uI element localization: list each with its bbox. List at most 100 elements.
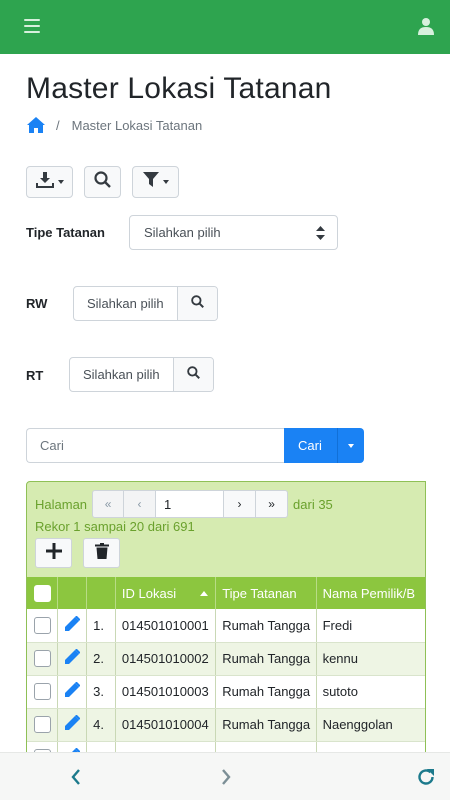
row-checkbox[interactable] [34,716,51,734]
row-checkbox-cell [27,642,58,676]
chevron-down-icon [162,180,169,184]
edit-column-header [57,577,88,609]
column-header-label: Nama Pemilik/B [322,585,416,601]
chevron-right-icon[interactable] [216,767,236,787]
rt-label: RT [26,368,44,383]
select-arrows-icon [316,226,325,240]
column-header-id-lokasi[interactable]: ID Lokasi [115,577,217,609]
delete-button[interactable] [83,538,120,568]
first-page-button[interactable]: « [92,490,125,518]
table-header-row: ID Lokasi Tipe Tatanan Nama Pemilik/B [27,577,425,609]
tipe-tatanan-value: Silahkan pilih [144,225,221,240]
cell-tipe-tatanan: Rumah Tangga [215,642,317,676]
pencil-icon[interactable] [64,681,81,701]
row-checkbox-cell [27,675,58,709]
cell-id-lokasi: 014501010001 [115,609,217,643]
rt-field[interactable]: Silahkan pilih [70,358,174,391]
cell-nama-pemilik: Naenggolan [316,708,425,742]
rw-search-button[interactable] [177,287,217,320]
cell-id-lokasi: 014501010002 [115,642,217,676]
user-icon[interactable] [418,17,434,35]
rt-picker: Silahkan pilih [69,357,214,392]
edit-cell [57,642,88,676]
sort-up-icon [200,590,209,596]
bottom-navigation-bar [0,752,450,800]
chevron-down-icon [57,180,64,184]
last-page-button[interactable]: » [256,490,289,518]
table-row[interactable]: 2. 014501010002 Rumah Tangga kennu [27,642,425,676]
column-header-tipe-tatanan[interactable]: Tipe Tatanan [215,577,317,609]
filter-icon [142,172,159,192]
pencil-icon[interactable] [64,648,81,668]
data-panel: Halaman « ‹ 1 › » dari 35 Rekor 1 sampai… [26,481,426,756]
trash-icon [94,542,109,564]
edit-cell [57,675,88,709]
breadcrumb-separator: / [56,117,60,133]
pencil-icon[interactable] [64,714,81,734]
chevron-left-icon[interactable] [66,767,86,787]
cell-id-lokasi: 014501010003 [115,675,217,709]
table-row[interactable]: 3. 014501010003 Rumah Tangga sutoto [27,675,425,709]
page-number-input[interactable]: 1 [156,490,225,518]
search-icon [187,365,200,384]
record-count: Rekor 1 sampai 20 dari 691 [35,519,195,534]
chevron-down-icon [348,443,354,448]
search-button[interactable]: Cari [284,428,338,463]
cell-tipe-tatanan: Rumah Tangga [215,675,317,709]
cell-nama-pemilik: kennu [316,642,425,676]
edit-cell [57,708,88,742]
search-icon [191,294,204,313]
cell-nama-pemilik: sutoto [316,675,425,709]
column-header-label: Tipe Tatanan [222,585,297,601]
cell-tipe-tatanan: Rumah Tangga [215,708,317,742]
table-row[interactable]: 4. 014501010004 Rumah Tangga Naenggolan [27,708,425,742]
cell-id-lokasi: 014501010004 [115,708,217,742]
rw-label: RW [26,296,48,311]
plus-icon [45,542,62,564]
add-button[interactable] [35,538,72,568]
pagination: Halaman « ‹ 1 › » dari 35 [35,490,333,518]
row-number: 2. [86,642,116,676]
row-number: 4. [86,708,116,742]
next-page-button[interactable]: › [224,490,257,518]
cell-tipe-tatanan: Rumah Tangga [215,609,317,643]
breadcrumb: / Master Lokasi Tatanan [26,114,202,136]
select-all-checkbox[interactable] [34,584,51,602]
data-table: ID Lokasi Tipe Tatanan Nama Pemilik/B 1.… [27,577,425,755]
edit-cell [57,609,88,643]
home-icon[interactable] [26,116,46,134]
tipe-tatanan-label: Tipe Tatanan [26,225,105,240]
row-number: 1. [86,609,116,643]
row-checkbox[interactable] [34,683,51,701]
hamburger-menu-icon[interactable] [24,19,40,35]
number-column-header [86,577,116,609]
export-button[interactable] [26,166,73,198]
search-icon [94,171,111,193]
table-row[interactable]: 1. 014501010001 Rumah Tangga Fredi [27,609,425,643]
pencil-icon[interactable] [64,615,81,635]
page-title: Master Lokasi Tatanan [26,72,332,105]
row-checkbox[interactable] [34,616,51,634]
top-app-bar [0,0,450,54]
row-checkbox[interactable] [34,650,51,668]
row-checkbox-cell [27,708,58,742]
cell-nama-pemilik: Fredi [316,609,425,643]
rw-field[interactable]: Silahkan pilih [74,287,178,320]
rt-search-button[interactable] [173,358,213,391]
search-options-button[interactable] [338,428,364,463]
search-input[interactable]: Cari [26,428,284,463]
column-header-nama-pemilik[interactable]: Nama Pemilik/B [316,577,425,609]
tipe-tatanan-select[interactable]: Silahkan pilih [129,215,338,250]
row-number: 3. [86,675,116,709]
rw-picker: Silahkan pilih [73,286,218,321]
refresh-icon[interactable] [416,767,436,787]
search-toggle-button[interactable] [84,166,121,198]
search-bar: Cari Cari [26,428,364,463]
download-icon [35,171,54,193]
filter-button[interactable] [132,166,179,198]
prev-page-button[interactable]: ‹ [124,490,157,518]
page-count: dari 35 [293,496,333,512]
column-header-label: ID Lokasi [121,585,177,601]
breadcrumb-current: Master Lokasi Tatanan [71,117,203,133]
select-all-cell [27,577,58,609]
